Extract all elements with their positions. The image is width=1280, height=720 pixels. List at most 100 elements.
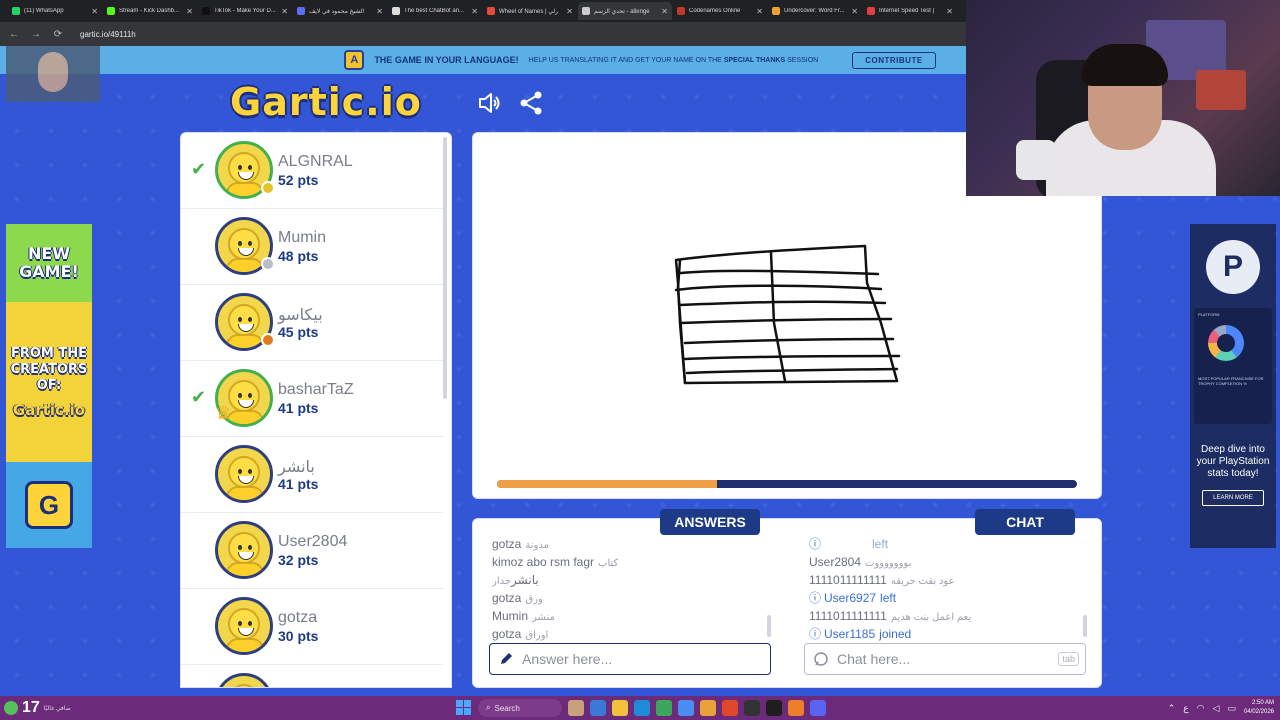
share-icon[interactable] <box>518 90 544 116</box>
browser-tab[interactable]: Undercover: Word Fr... ✕ <box>768 2 862 20</box>
answers-list[interactable]: gotza مدونة kimoz abo rsm fagr كتاب بانشرجدا… <box>492 535 762 643</box>
language-indicator[interactable]: ع <box>1183 703 1188 714</box>
task-view-icon[interactable] <box>590 700 606 716</box>
chrome-icon[interactable] <box>722 700 738 716</box>
battery-icon[interactable]: ▭ <box>1227 703 1236 714</box>
pencil-icon <box>501 653 512 664</box>
banner-subtitle-suffix: SESSION <box>787 56 819 64</box>
tab-favicon-icon <box>772 7 780 15</box>
players-list[interactable]: ✔ ALGNRAL 52 pts Mumin 48 pts بيكاسو 45 pts ✔ ♛ b… <box>180 132 452 688</box>
back-arrow-icon[interactable]: ← <box>8 29 20 40</box>
sketch-line-3 <box>677 300 887 307</box>
close-icon[interactable]: ✕ <box>471 7 478 16</box>
reload-icon[interactable]: ⟳ <box>52 29 64 40</box>
close-icon[interactable]: ✕ <box>661 7 668 16</box>
player-name: Mumin <box>278 229 327 246</box>
players-scrollbar[interactable] <box>443 137 447 399</box>
browser-tab[interactable]: Codenames Online ✕ <box>673 2 767 20</box>
contribute-button[interactable]: CONTRIBUTE <box>852 51 936 69</box>
chat-user: User2804 <box>809 555 862 569</box>
close-icon[interactable]: ✕ <box>566 7 573 16</box>
chat-tab[interactable]: CHAT <box>975 509 1075 535</box>
tab-favicon-icon <box>582 7 590 15</box>
answers-tab[interactable]: ANSWERS <box>660 509 760 535</box>
avatar-body <box>226 182 264 196</box>
windows-taskbar: 17 صافي غالبًا ⌕ Search ⌃ ع ◠ ◁ ▭ 2:50 A… <box>0 696 1280 720</box>
discord-icon[interactable] <box>810 700 826 716</box>
url-field[interactable]: gartic.io/49111h <box>74 30 136 39</box>
forward-arrow-icon[interactable]: → <box>30 29 42 40</box>
browser-tab[interactable]: تحدي الرسم - allenge ✕ <box>578 2 672 20</box>
close-icon[interactable]: ✕ <box>281 7 288 16</box>
browser-tab[interactable]: الشيخ محمود في لايف ✕ <box>293 2 387 20</box>
left-ad-banner[interactable]: NEW GAME! FROM THE CREATORS OF: Gartic.i… <box>6 224 92 548</box>
timer-progress-bar <box>497 480 1077 488</box>
answer-message: gotza اوراق <box>492 625 762 643</box>
file-explorer-icon[interactable] <box>612 700 628 716</box>
learn-more-button[interactable]: LEARN MORE <box>1202 490 1264 506</box>
chat-input-box[interactable]: tab <box>804 643 1086 675</box>
sound-icon[interactable] <box>476 90 502 116</box>
streamer-hair <box>1082 44 1168 86</box>
browser-tab[interactable]: Internet Speed Test | ✕ <box>863 2 957 20</box>
browser-tab[interactable]: (11) WhatsApp ✕ <box>8 2 102 20</box>
browser-tab[interactable]: TikTok - Make Your D... ✕ <box>198 2 292 20</box>
answer-input-box[interactable] <box>489 643 771 675</box>
app-icon[interactable] <box>700 700 716 716</box>
app-icon[interactable] <box>788 700 804 716</box>
ad-new-game-text: NEW GAME! <box>6 224 92 302</box>
browser-tab[interactable]: The best ChatBot an... ✕ <box>388 2 482 20</box>
taskbar-clock[interactable]: 2:50 AM 04/02/2026 <box>1244 699 1274 717</box>
close-icon[interactable]: ✕ <box>91 7 98 16</box>
chat-input[interactable] <box>837 651 1051 667</box>
tab-title: TikTok - Make Your D... <box>214 8 276 14</box>
chat-list[interactable]: ⓘ left User2804 بوووووووت 1111011111111 عود ب… <box>809 535 1089 643</box>
windows-start-icon[interactable] <box>456 700 472 716</box>
player-row[interactable]: ✔ ♛ basharTaZ 41 pts <box>181 361 443 437</box>
close-icon[interactable]: ✕ <box>186 7 193 16</box>
weather-widget[interactable]: 17 صافي غالبًا <box>4 696 71 720</box>
answer-message: gotza مدونة <box>492 535 762 553</box>
close-icon[interactable]: ✕ <box>376 7 383 16</box>
store-icon[interactable] <box>678 700 694 716</box>
trophy-icon: ♛ <box>215 403 232 424</box>
sketch-line-5 <box>683 337 895 345</box>
player-row[interactable] <box>181 665 443 687</box>
terminal-icon[interactable] <box>766 700 782 716</box>
player-row[interactable]: بيكاسو 45 pts <box>181 285 443 361</box>
volume-icon[interactable]: ◁ <box>1213 703 1220 714</box>
gartic-logo[interactable]: Gartic.io <box>230 80 422 124</box>
player-row[interactable]: gotza 30 pts <box>181 589 443 665</box>
chevron-up-icon[interactable]: ⌃ <box>1168 703 1176 714</box>
chat-text: left <box>872 537 889 551</box>
obs-icon[interactable] <box>744 700 760 716</box>
answer-message: kimoz abo rsm fagr كتاب <box>492 553 762 571</box>
player-row[interactable]: User2804 32 pts <box>181 513 443 589</box>
taskbar-search[interactable]: ⌕ Search <box>478 699 562 717</box>
tab-title: Wheel of Names | رلي <box>499 8 558 15</box>
answers-scrollbar[interactable] <box>767 615 771 637</box>
close-icon[interactable]: ✕ <box>946 7 953 16</box>
edge-icon[interactable] <box>634 700 650 716</box>
chat-message: ⓘ left <box>809 535 1089 553</box>
answer-text: كتاب <box>598 558 619 569</box>
chat-text: يعم اعمل بنت هديم <box>890 612 972 623</box>
browser-tab[interactable]: Stream - Kick Dashb... ✕ <box>103 2 197 20</box>
answer-input[interactable] <box>522 651 770 667</box>
wifi-icon[interactable]: ◠ <box>1197 703 1205 714</box>
close-icon[interactable]: ✕ <box>756 7 763 16</box>
browser-tab[interactable]: Wheel of Names | رلي ✕ <box>483 2 577 20</box>
player-row[interactable]: ✔ ALGNRAL 52 pts <box>181 133 443 209</box>
taskbar-app-icon[interactable] <box>568 700 584 716</box>
avatar-body <box>226 562 264 576</box>
app-icon[interactable] <box>656 700 672 716</box>
taskbar-search-label: Search <box>494 703 520 713</box>
timer-progress-fill <box>497 480 718 488</box>
right-ad-banner[interactable]: P PLATFORM MOST POPULAR FRANCHISE FOR TR… <box>1190 224 1276 548</box>
weather-description: صافي غالبًا <box>43 705 71 712</box>
player-row[interactable]: بانشر 41 pts <box>181 437 443 513</box>
chat-scrollbar[interactable] <box>1083 615 1087 637</box>
player-row[interactable]: Mumin 48 pts <box>181 209 443 285</box>
answers-chat-box: ANSWERS CHAT gotza مدونة kimoz abo rsm fag… <box>472 509 1102 688</box>
close-icon[interactable]: ✕ <box>851 7 858 16</box>
